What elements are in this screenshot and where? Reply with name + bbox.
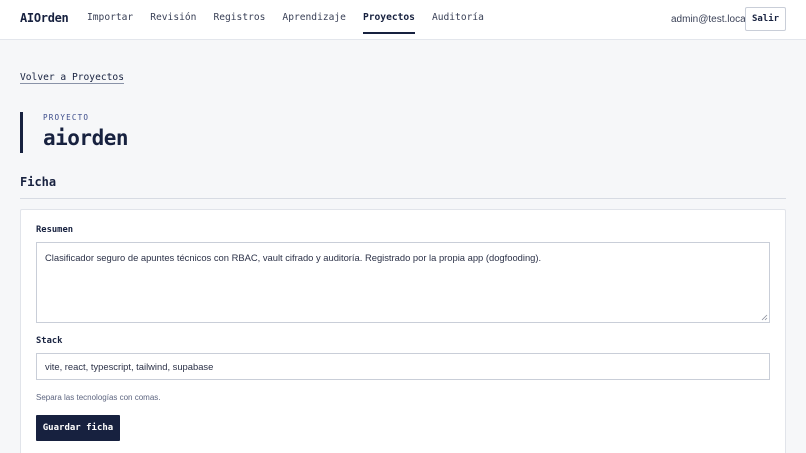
nav-item-proyectos[interactable]: Proyectos <box>362 0 415 34</box>
nav-item-auditoria[interactable]: Auditoría <box>432 0 484 40</box>
back-to-projects-link[interactable]: Volver a Proyectos <box>20 72 124 84</box>
stack-label: Stack <box>36 336 63 346</box>
save-sheet-button[interactable]: Guardar ficha <box>36 415 120 441</box>
logout-button[interactable]: Salir <box>745 7 786 31</box>
resize-grip-icon[interactable] <box>761 314 768 321</box>
project-accent-bar <box>20 112 23 153</box>
nav-item-importar[interactable]: Importar <box>87 0 133 40</box>
main-nav: Importar Revisión Registros Aprendizaje … <box>87 0 501 40</box>
nav-item-aprendizaje[interactable]: Aprendizaje <box>282 0 346 40</box>
summary-text: Clasificador seguro de apuntes técnicos … <box>45 252 542 263</box>
stack-input[interactable]: vite, react, typescript, tailwind, supab… <box>36 353 770 380</box>
summary-label: Resumen <box>36 225 74 235</box>
summary-textarea[interactable]: Clasificador seguro de apuntes técnicos … <box>36 242 770 323</box>
project-kicker: PROYECTO <box>43 113 90 122</box>
stack-hint: Separa las tecnologías con comas. <box>36 393 161 402</box>
section-title: Ficha <box>20 175 57 189</box>
nav-item-revision[interactable]: Revisión <box>150 0 196 40</box>
nav-item-registros[interactable]: Registros <box>213 0 265 40</box>
section-divider <box>20 198 786 199</box>
top-navbar: AIOrden Importar Revisión Registros Apre… <box>0 0 806 40</box>
brand-logo[interactable]: AIOrden <box>20 11 69 25</box>
project-title: aiorden <box>43 126 129 150</box>
user-email: admin@test.local <box>671 14 748 25</box>
